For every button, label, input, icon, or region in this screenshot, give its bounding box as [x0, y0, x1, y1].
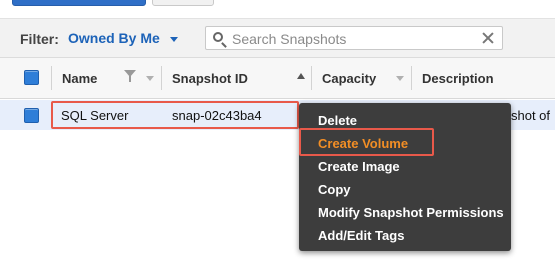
table-header: Name Snapshot ID Capacity Description: [0, 58, 555, 99]
close-icon[interactable]: [481, 31, 495, 45]
column-separator: [161, 66, 162, 90]
column-header-snapshot-id[interactable]: Snapshot ID: [172, 71, 248, 86]
filter-bar: Filter: Owned By Me: [0, 18, 555, 58]
column-separator: [51, 66, 52, 90]
column-header-description[interactable]: Description: [422, 71, 494, 86]
chevron-down-icon[interactable]: [146, 76, 154, 81]
context-menu: Delete Create Volume Create Image Copy M…: [299, 103, 511, 251]
chevron-down-icon[interactable]: [396, 76, 404, 81]
sort-ascending-icon[interactable]: [297, 73, 305, 79]
column-separator: [411, 66, 412, 90]
top-secondary-button[interactable]: [152, 0, 214, 6]
filter-dropdown[interactable]: Owned By Me: [68, 30, 178, 46]
column-header-capacity[interactable]: Capacity: [322, 71, 376, 86]
search-input[interactable]: [230, 27, 474, 51]
search-icon: [213, 32, 223, 42]
filter-icon[interactable]: [124, 70, 136, 84]
search-box[interactable]: [205, 26, 503, 51]
filter-label: Filter:: [20, 31, 59, 47]
cell-description: shot of: [511, 108, 551, 123]
menu-item-delete[interactable]: Delete: [318, 113, 357, 128]
chevron-down-icon: [169, 36, 178, 42]
filter-selected-value: Owned By Me: [68, 30, 160, 46]
menu-highlight-annotation: [299, 128, 434, 156]
menu-item-add-edit-tags[interactable]: Add/Edit Tags: [318, 228, 404, 243]
menu-item-copy[interactable]: Copy: [318, 182, 351, 197]
menu-item-modify-snapshot-permissions[interactable]: Modify Snapshot Permissions: [318, 205, 504, 220]
row-checkbox[interactable]: [24, 108, 39, 123]
column-separator: [311, 66, 312, 90]
column-header-name[interactable]: Name: [62, 71, 97, 86]
top-primary-button[interactable]: [12, 0, 146, 6]
row-highlight-annotation: [51, 101, 299, 129]
menu-item-create-image[interactable]: Create Image: [318, 159, 400, 174]
select-all-checkbox[interactable]: [24, 70, 39, 85]
